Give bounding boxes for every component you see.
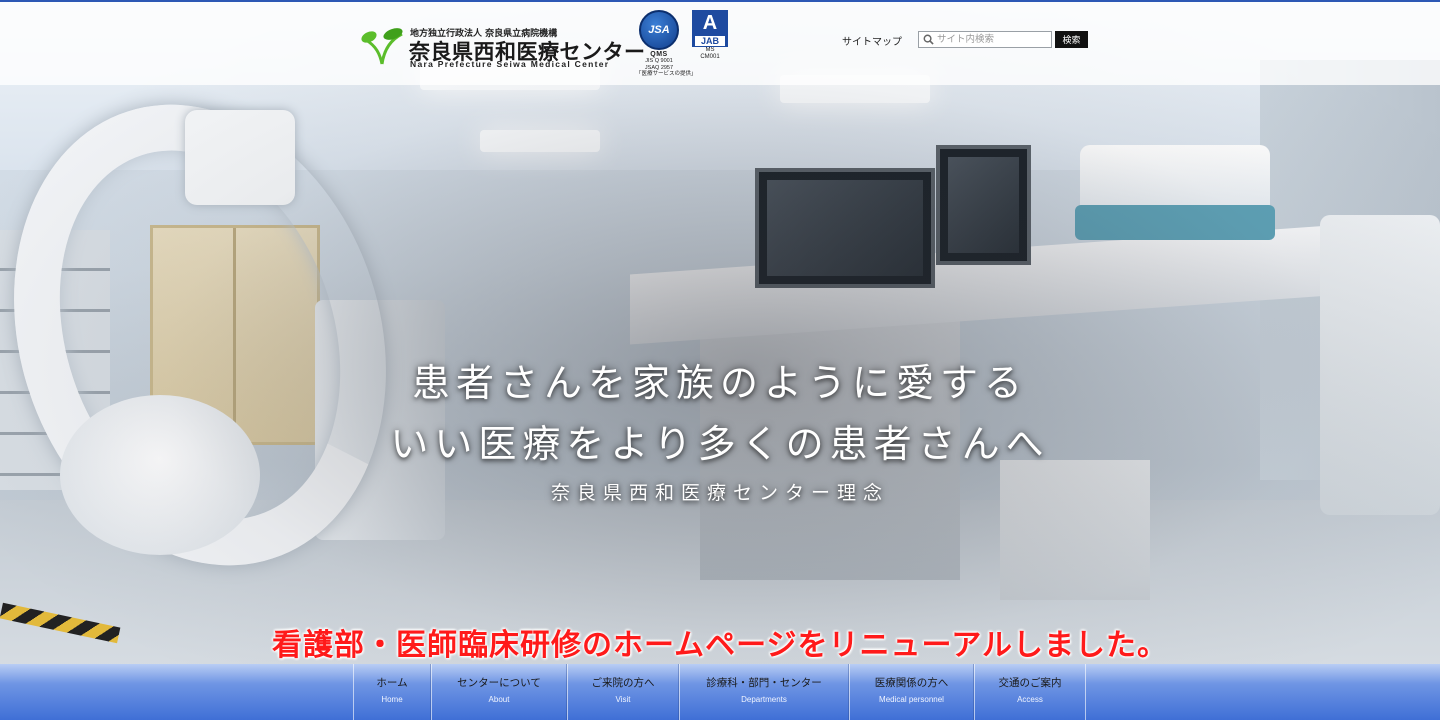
jsa-qms-label: QMS <box>650 51 668 58</box>
search-button[interactable]: 検索 <box>1055 31 1088 48</box>
site-logo[interactable]: 地方独立行政法人 奈良県立病院機構 奈良県西和医療センター Nara Prefe… <box>360 24 645 70</box>
nav-item-visit[interactable]: ご来院の方へ Visit <box>567 664 679 720</box>
nav-label: 診療科・部門・センター <box>706 676 822 689</box>
jab-text: JAB <box>695 36 725 46</box>
announcement-link[interactable]: 看護部・医師臨床研修のホームページをリニューアルしました。 <box>0 620 1440 664</box>
sitemap-link[interactable]: サイトマップ <box>842 33 902 48</box>
header: 地方独立行政法人 奈良県立病院機構 奈良県西和医療センター Nara Prefe… <box>0 0 1440 85</box>
philosophy-caption: 奈良県西和医療センター理念 <box>550 482 889 504</box>
leaf-logo-icon <box>361 28 403 65</box>
nav-sublabel: Access <box>1017 694 1043 704</box>
search-icon <box>923 34 934 45</box>
logo-name-en: Nara Prefecture Seiwa Medical Center <box>410 59 610 69</box>
nav-item-home[interactable]: ホーム Home <box>353 664 431 720</box>
nav-label: センターについて <box>457 676 541 689</box>
jsa-certification: JSA QMS JIS Q 9001 JSAQ 2957 「医療サービスの提供」 <box>636 10 697 78</box>
nav-sublabel: Departments <box>741 694 787 704</box>
hero-shade <box>0 0 1440 664</box>
search-box <box>918 31 1052 48</box>
search-input[interactable] <box>937 32 1049 47</box>
philosophy-line-2: いい医療をより多くの患者さんへ <box>390 422 1050 466</box>
nav-sublabel: Medical personnel <box>879 694 944 704</box>
jsa-line: 「医療サービスの提供」 <box>636 71 697 77</box>
jsa-badge-icon: JSA <box>639 10 679 50</box>
nav-item-medical-personnel[interactable]: 医療関係の方へ Medical personnel <box>849 664 974 720</box>
jab-certification: A JAB MS CM001 <box>690 10 730 61</box>
nav-label: 交通のご案内 <box>998 676 1062 689</box>
nav-label: ホーム <box>376 676 408 689</box>
jab-line: CM001 <box>700 54 720 60</box>
nav-sublabel: Home <box>381 694 403 704</box>
nav-label: ご来院の方へ <box>591 676 655 689</box>
nav-label: 医療関係の方へ <box>874 676 949 689</box>
nav-item-departments[interactable]: 診療科・部門・センター Departments <box>679 664 849 720</box>
nav-sublabel: About <box>488 694 510 704</box>
nav-item-access[interactable]: 交通のご案内 Access <box>974 664 1086 720</box>
nav-list: ホーム Home センターについて About ご来院の方へ Visit 診療科… <box>353 664 1086 720</box>
jab-badge-icon: A JAB <box>692 10 728 47</box>
hero-image <box>0 0 1440 664</box>
nav-item-about[interactable]: センターについて About <box>431 664 567 720</box>
jab-mark: A <box>702 12 718 34</box>
nav-sublabel: Visit <box>615 694 631 704</box>
jab-line: MS <box>705 47 715 53</box>
philosophy-line-1: 患者さんを家族のように愛する <box>411 361 1028 405</box>
global-nav: ホーム Home センターについて About ご来院の方へ Visit 診療科… <box>0 664 1440 720</box>
